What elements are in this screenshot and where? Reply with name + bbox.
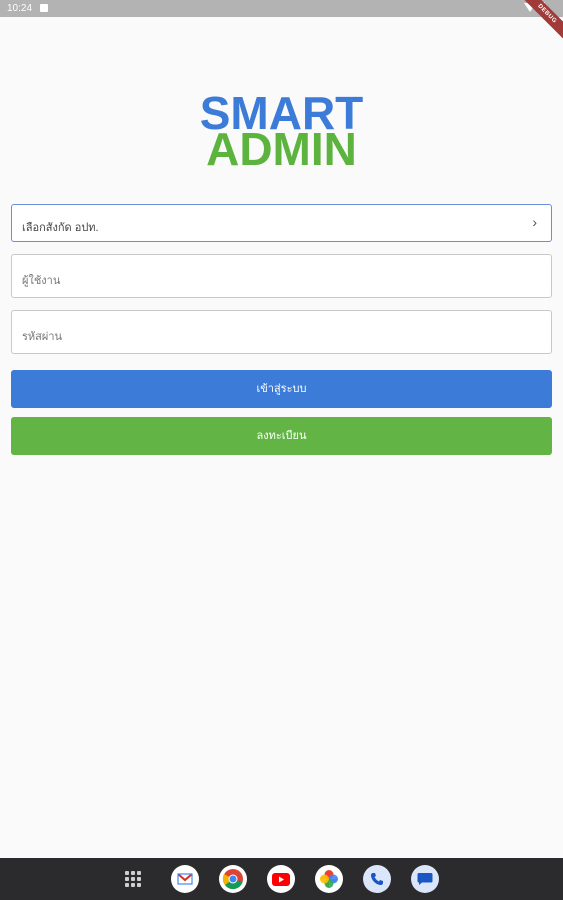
phone-icon[interactable] [362,865,391,893]
notification-icon [40,4,48,12]
login-button[interactable]: เข้าสู่ระบบ [11,370,552,408]
status-bar: 10:24 [0,0,563,17]
chrome-icon[interactable] [218,865,247,893]
password-field[interactable]: รหัสผ่าน [11,310,552,354]
username-placeholder: ผู้ใช้งาน [22,275,61,287]
password-placeholder: รหัสผ่าน [22,331,63,343]
organization-select-label: เลือกสังกัด อปท. [22,222,99,234]
logo-admin: ADMIN [206,123,357,175]
navigation-bar [0,858,563,900]
register-button[interactable]: ลงทะเบียน [11,417,552,455]
photos-icon[interactable] [314,865,343,893]
organization-select[interactable]: เลือกสังกัด อปท. › [11,204,552,242]
status-time: 10:24 [7,3,33,14]
messages-icon[interactable] [410,865,439,893]
username-field[interactable]: ผู้ใช้งาน [11,254,552,298]
apps-grid-icon[interactable] [124,871,141,887]
youtube-icon[interactable] [266,865,295,893]
chevron-right-icon: › [532,214,537,230]
gmail-icon[interactable] [170,865,199,893]
